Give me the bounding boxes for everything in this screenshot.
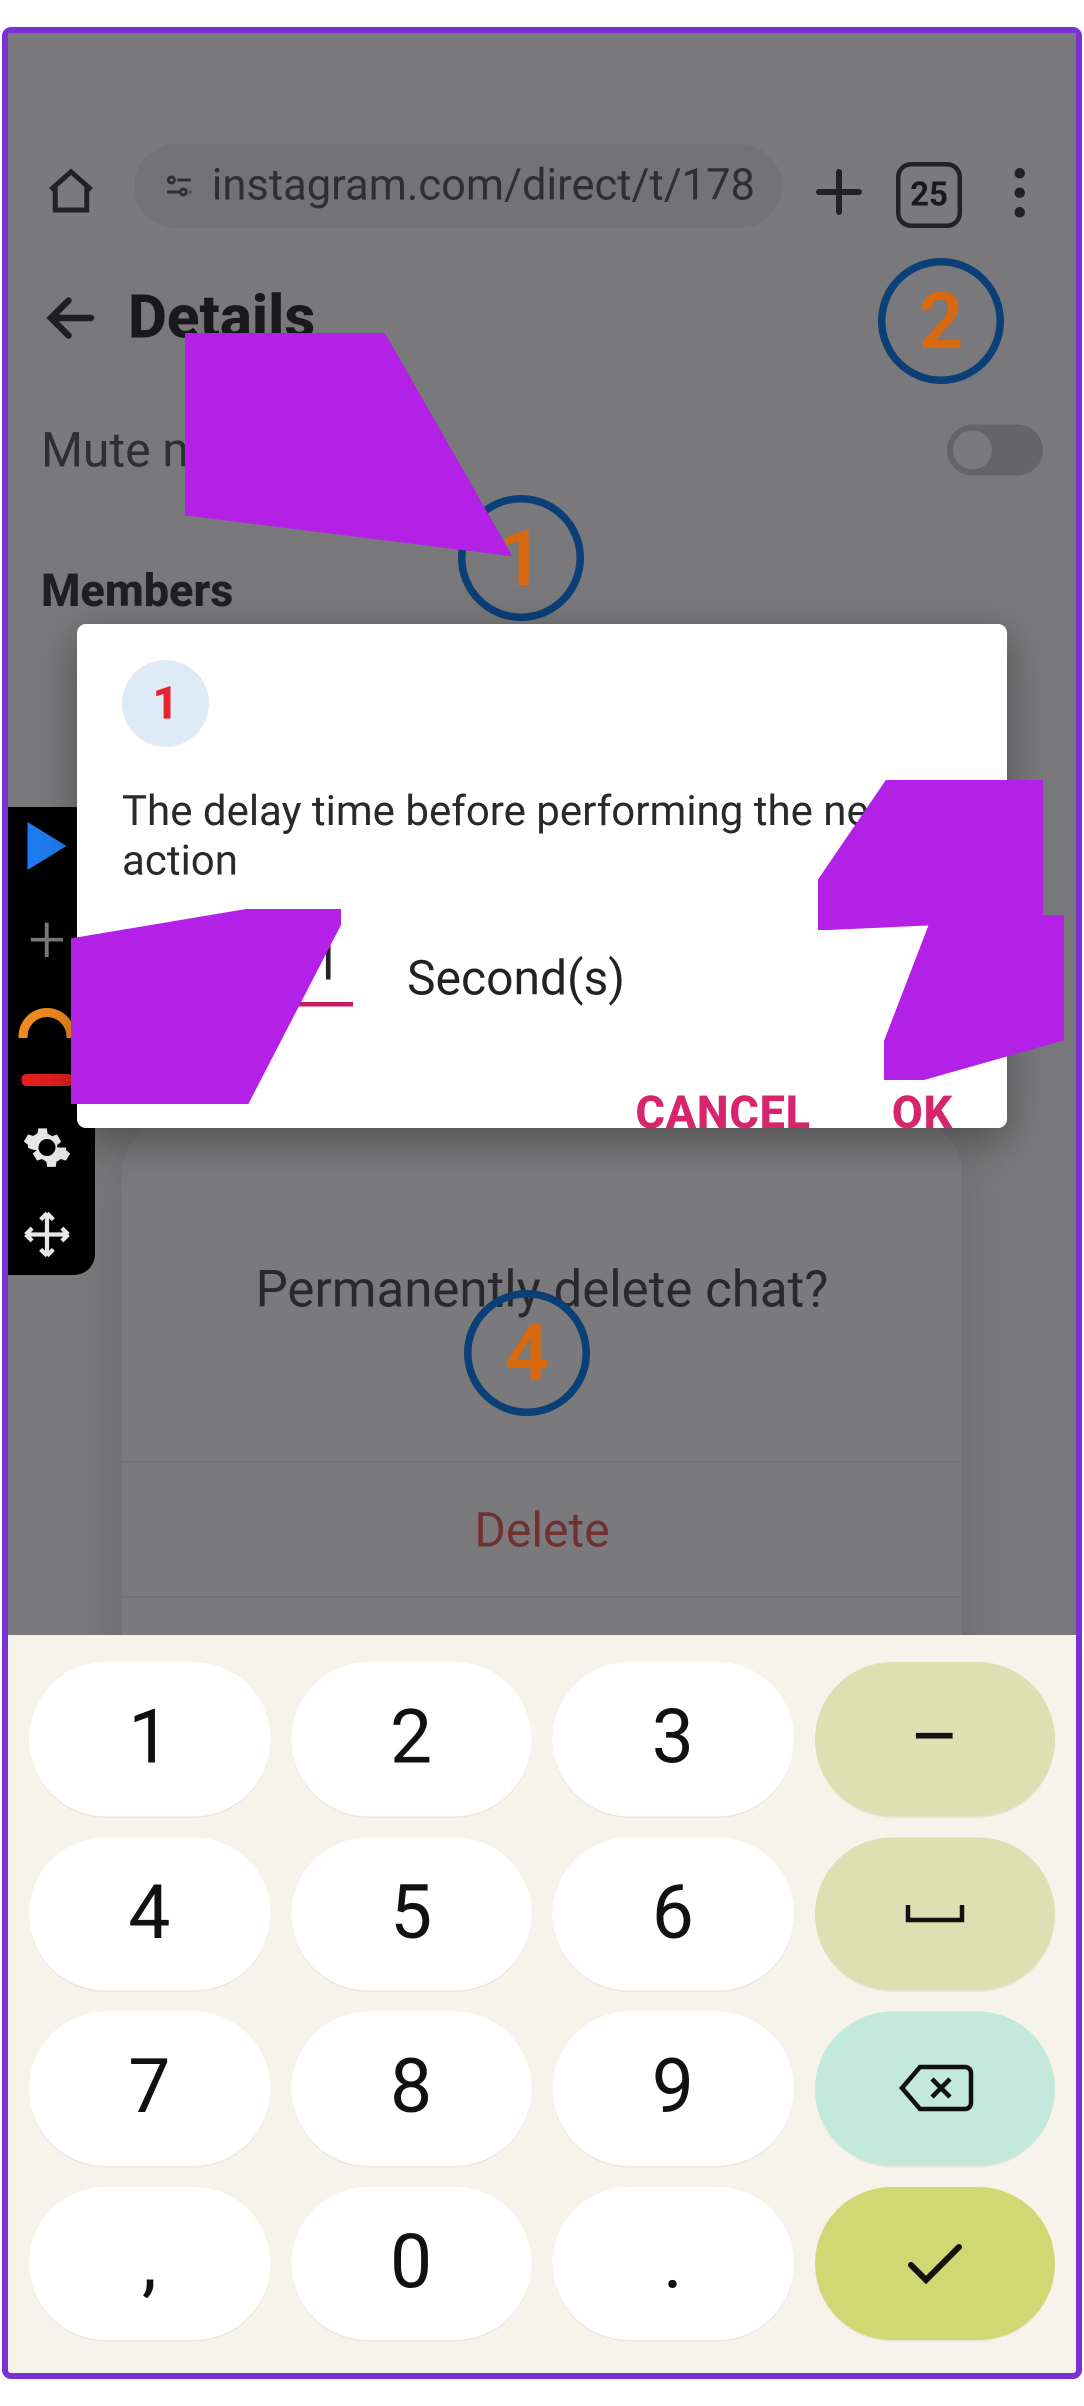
dialog-ok-button[interactable]: OK bbox=[892, 1088, 953, 1141]
key-3[interactable]: 3 bbox=[553, 1662, 794, 1816]
key-done[interactable] bbox=[814, 2186, 1055, 2340]
key-8[interactable]: 8 bbox=[291, 2012, 532, 2166]
key-5[interactable]: 5 bbox=[291, 1837, 532, 1991]
delay-value: 1 bbox=[312, 933, 341, 993]
check-icon bbox=[902, 2238, 968, 2289]
key-space[interactable] bbox=[814, 1837, 1055, 1991]
key-0[interactable]: 0 bbox=[291, 2186, 532, 2340]
plus-icon[interactable]: + bbox=[28, 906, 65, 972]
key-9[interactable]: 9 bbox=[553, 2012, 794, 2166]
minus-icon[interactable] bbox=[22, 1074, 73, 1086]
key-minus[interactable]: – bbox=[814, 1662, 1055, 1816]
unit-label: Second(s) bbox=[407, 950, 625, 1007]
backspace-icon bbox=[896, 2061, 974, 2115]
annotation-marker-4: 4 bbox=[464, 1290, 590, 1416]
dialog-description: The delay time before performing the nex… bbox=[122, 786, 962, 885]
dialog-cancel-button[interactable]: CANCEL bbox=[636, 1088, 811, 1141]
key-7[interactable]: 7 bbox=[29, 2012, 270, 2166]
annotation-marker-2: 2 bbox=[878, 258, 1004, 384]
arc-icon[interactable] bbox=[19, 1008, 76, 1038]
text-caret bbox=[259, 939, 264, 993]
move-icon[interactable] bbox=[22, 1209, 73, 1260]
key-comma[interactable]: , bbox=[29, 2186, 270, 2340]
annotation-marker-1: 1 bbox=[458, 495, 584, 621]
key-4[interactable]: 4 bbox=[29, 1837, 270, 1991]
unit-dropdown-icon[interactable] bbox=[929, 959, 962, 979]
numeric-keypad: 1 2 3 – 4 5 6 7 8 9 , 0 . bbox=[8, 1635, 1076, 2373]
step-badge: 1 bbox=[122, 660, 209, 747]
play-icon[interactable] bbox=[28, 822, 67, 870]
key-2[interactable]: 2 bbox=[291, 1662, 532, 1816]
key-6[interactable]: 6 bbox=[553, 1837, 794, 1991]
device-frame: instagram.com/direct/t/178 25 Details Mu… bbox=[2, 27, 1082, 2379]
key-period[interactable]: . bbox=[553, 2186, 794, 2340]
delay-input[interactable]: 1 bbox=[122, 930, 353, 1007]
key-1[interactable]: 1 bbox=[29, 1662, 270, 1816]
gear-icon[interactable] bbox=[22, 1122, 73, 1173]
delay-dialog: 1 The delay time before performing the n… bbox=[77, 624, 1007, 1128]
key-backspace[interactable] bbox=[814, 2012, 1055, 2166]
